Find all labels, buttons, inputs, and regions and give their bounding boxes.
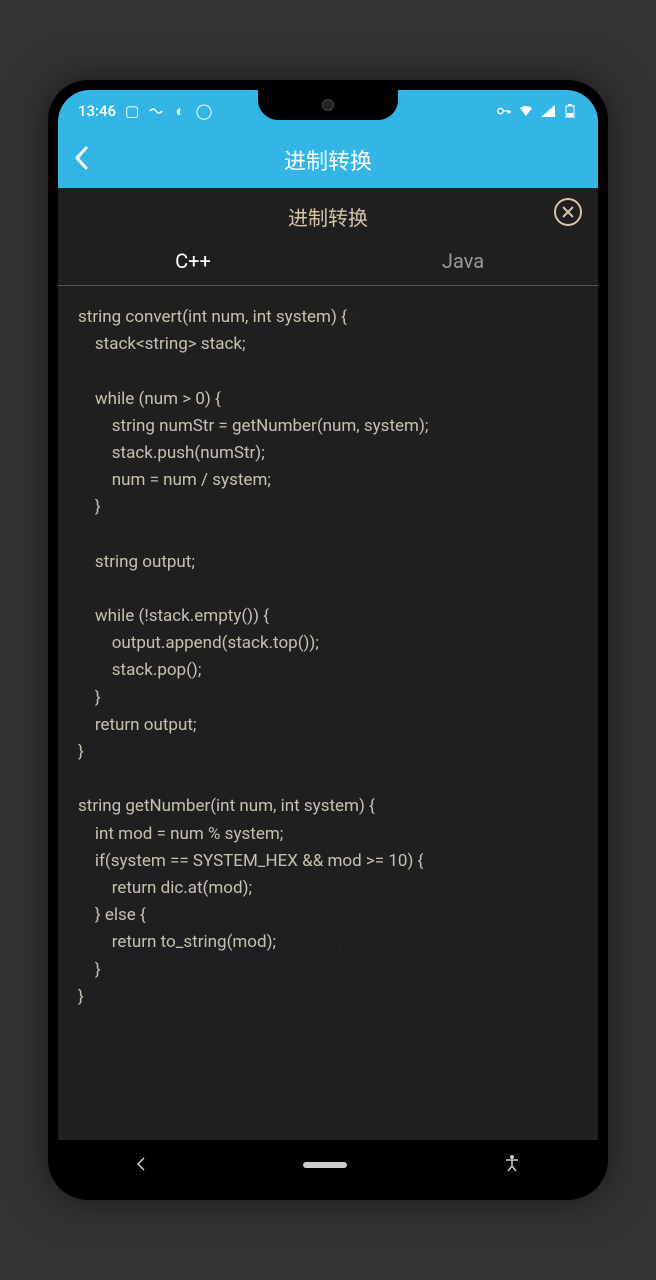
- close-button[interactable]: [554, 198, 582, 226]
- status-left: 13:46 ▢ ◐ ◯: [78, 102, 212, 120]
- dnd-icon: ◐: [172, 103, 188, 119]
- signal-icon: [540, 103, 556, 119]
- code-viewer[interactable]: string convert(int num, int system) { st…: [58, 286, 598, 1140]
- notch: [258, 90, 398, 120]
- content-area: 十进制数N和其他d进制数的转换是计算机实现计算的基本问题，其解决方法很多，其中一…: [58, 188, 598, 1140]
- code-overlay: 进制转换 C++ Java string convert(int num, in…: [58, 188, 598, 1140]
- tab-java[interactable]: Java: [328, 239, 598, 285]
- nav-home-pill[interactable]: [303, 1162, 347, 1168]
- battery-icon: [562, 103, 578, 119]
- tab-cpp[interactable]: C++: [58, 239, 328, 285]
- app-title: 进制转换: [284, 144, 372, 176]
- nav-bar: [58, 1140, 598, 1190]
- overlay-tabs: C++ Java: [58, 239, 598, 286]
- image-icon: ▢: [124, 103, 140, 119]
- status-time: 13:46: [78, 102, 116, 120]
- overlay-header: 进制转换: [58, 188, 598, 239]
- front-camera: [322, 99, 334, 111]
- app-header: 进制转换: [58, 132, 598, 188]
- nav-back-icon[interactable]: [136, 1156, 146, 1175]
- phone-frame: 13:46 ▢ ◐ ◯ 进制转换 十进制数N和其他d进制数的转换是计算机实现计算…: [48, 80, 608, 1200]
- overlay-title: 进制转换: [288, 202, 368, 231]
- circle-icon: ◯: [196, 103, 212, 119]
- accessibility-icon[interactable]: [504, 1154, 520, 1176]
- back-button[interactable]: [74, 144, 88, 177]
- vpn-icon: [496, 103, 512, 119]
- wave-icon: [148, 103, 164, 119]
- wifi-icon: [518, 103, 534, 119]
- screen: 13:46 ▢ ◐ ◯ 进制转换 十进制数N和其他d进制数的转换是计算机实现计算…: [58, 90, 598, 1190]
- status-right: [496, 103, 578, 119]
